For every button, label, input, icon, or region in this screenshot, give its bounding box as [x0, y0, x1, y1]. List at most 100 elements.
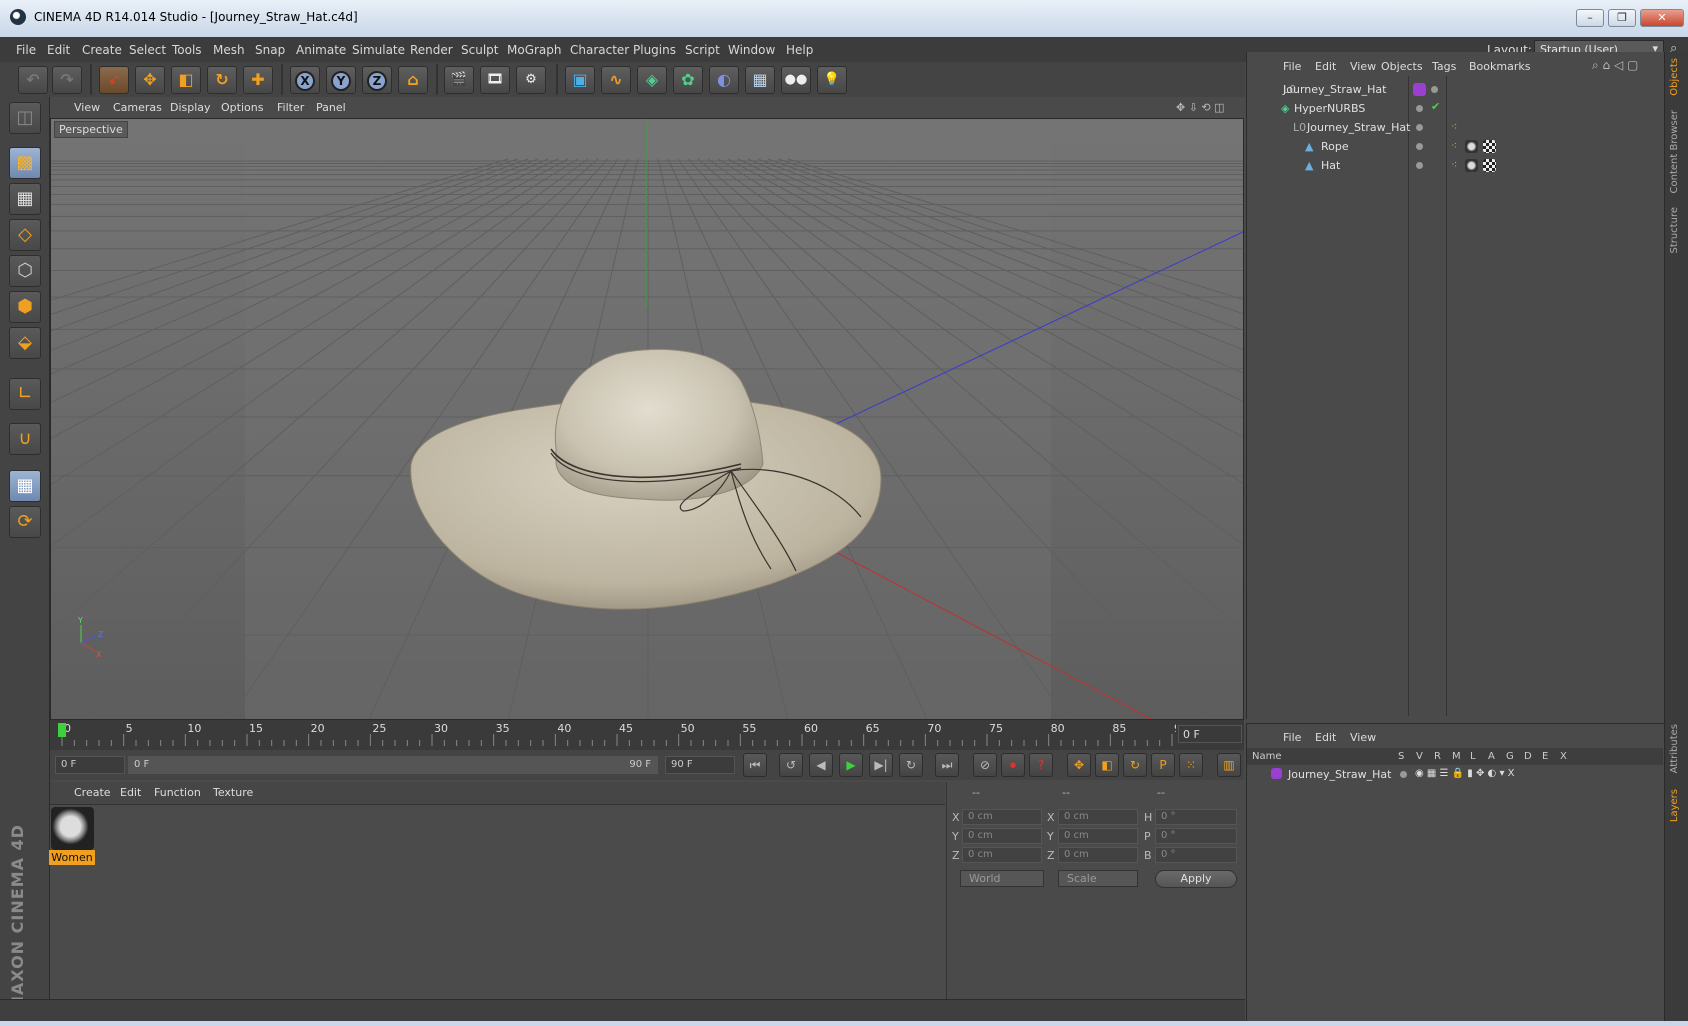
maximize-button[interactable]: ❐ [1608, 9, 1636, 27]
material-preview-thumbnail[interactable] [51, 807, 94, 850]
menu-mograph[interactable]: MoGraph [507, 43, 562, 57]
menu-window[interactable]: Window [728, 43, 775, 57]
viewport-menu-cameras[interactable]: Cameras [113, 101, 162, 114]
current-frame-field[interactable]: 0 F [1178, 725, 1242, 743]
tree-item-journey-straw-hat-child[interactable]: L0 Journey_Straw_Hat ⁖ [1247, 118, 1663, 137]
y-axis-icon[interactable]: Y [326, 66, 356, 94]
layer-color-swatch[interactable] [1271, 768, 1282, 779]
layer-col-deformers[interactable]: D [1524, 751, 1532, 762]
object-menu-edit[interactable]: Edit [1315, 60, 1336, 73]
layer-col-manager[interactable]: M [1452, 751, 1461, 762]
viewport-menu-options[interactable]: Options [221, 101, 263, 114]
previous-frame-icon[interactable]: ◀ [809, 753, 833, 777]
layer-col-view[interactable]: V [1416, 751, 1423, 762]
lock-workplane-icon[interactable]: ⟳ [9, 506, 41, 538]
layer-solo-toggle[interactable] [1400, 771, 1407, 778]
perspective-viewport[interactable]: Y Z X Perspective [50, 118, 1244, 720]
object-menu-view[interactable]: View [1350, 60, 1376, 73]
edges-mode-icon[interactable]: ⬡ [9, 255, 41, 287]
play-forward-icon[interactable]: ▶ [839, 753, 863, 777]
layer-menu-file[interactable]: File [1283, 731, 1301, 744]
render-view-icon[interactable]: 🎬 [444, 66, 474, 94]
cloner-icon[interactable]: ✿ [673, 66, 703, 94]
axis-mode-icon[interactable]: ⬙ [9, 327, 41, 359]
redo-icon[interactable]: ↷ [52, 66, 82, 94]
key-position-icon[interactable]: ✥ [1067, 753, 1091, 777]
frame-range-slider[interactable]: 0 F 90 F [128, 756, 658, 774]
position-z-field[interactable]: 0 cm [962, 847, 1042, 863]
material-menu-texture[interactable]: Texture [213, 786, 253, 799]
coordinate-space-dropdown[interactable]: World [960, 870, 1044, 887]
tab-structure[interactable]: Structure [1669, 207, 1680, 254]
close-button[interactable]: ✕ [1640, 9, 1684, 27]
tab-attributes[interactable]: Attributes [1669, 724, 1680, 773]
undo-icon[interactable]: ↶ [18, 66, 48, 94]
spline-pen-icon[interactable]: ∿ [601, 66, 631, 94]
light-icon[interactable]: 💡 [817, 66, 847, 94]
next-key-icon[interactable]: ↻ [899, 753, 923, 777]
timeline-window-icon[interactable]: ▥ [1217, 753, 1241, 777]
rotation-p-field[interactable]: 0 ° [1155, 828, 1237, 844]
object-search-icon[interactable]: ⌕ ⌂ ◁ ▢ [1592, 58, 1638, 73]
menu-simulate[interactable]: Simulate [352, 43, 405, 57]
menu-mesh[interactable]: Mesh [213, 43, 245, 57]
visibility-dot[interactable] [1416, 124, 1423, 131]
layer-flags-icons[interactable]: ◉ ▦ ☰ 🔒 ▮ ✥ ◐ ▾ X [1415, 768, 1515, 779]
render-settings-icon[interactable]: ⚙ [516, 66, 546, 94]
tree-item-hat[interactable]: ▲ Hat ⁖ [1247, 156, 1663, 175]
coordinate-mode-dropdown[interactable]: Scale [1058, 870, 1138, 887]
layer-col-xref[interactable]: X [1560, 751, 1567, 762]
camera-icon[interactable]: ●● [781, 66, 811, 94]
polygons-mode-icon[interactable]: ⬢ [9, 291, 41, 323]
live-selection-icon[interactable]: ➶ [99, 66, 129, 94]
layer-color-swatch[interactable] [1413, 83, 1426, 96]
texture-mode-icon[interactable]: ▩ [9, 147, 41, 179]
deformer-icon[interactable]: ◐ [709, 66, 739, 94]
object-menu-objects[interactable]: Objects [1381, 60, 1423, 73]
layer-col-generators[interactable]: G [1506, 751, 1514, 762]
tab-layers[interactable]: Layers [1669, 789, 1680, 822]
tree-item-rope[interactable]: ▲ Rope ⁖ [1247, 137, 1663, 156]
timeline-ruler[interactable]: 051015202530354045505560657075808590 [50, 720, 1244, 750]
viewport-menu-view[interactable]: View [74, 101, 100, 114]
key-scale-icon[interactable]: ◧ [1095, 753, 1119, 777]
menu-edit[interactable]: Edit [47, 43, 70, 57]
menu-help[interactable]: Help [786, 43, 813, 57]
menu-file[interactable]: File [16, 43, 36, 57]
layer-col-expressions[interactable]: E [1542, 751, 1548, 762]
menu-render[interactable]: Render [410, 43, 453, 57]
layer-name[interactable]: Journey_Straw_Hat [1288, 768, 1391, 781]
material-tag-icon[interactable] [1465, 140, 1478, 153]
menu-select[interactable]: Select [129, 43, 166, 57]
menu-sculpt[interactable]: Sculpt [461, 43, 498, 57]
magnet-icon[interactable]: ∪ [9, 423, 41, 455]
viewport-menu-filter[interactable]: Filter [277, 101, 304, 114]
record-active-objects-icon[interactable]: ⊘ [973, 753, 997, 777]
tab-objects[interactable]: Objects [1669, 58, 1680, 96]
visibility-dot[interactable] [1416, 143, 1423, 150]
viewport-navigation-icons[interactable]: ✥ ⇩ ⟲ ◫ [1176, 101, 1225, 114]
key-point-level-icon[interactable]: ⁙ [1179, 753, 1203, 777]
key-rotation-icon[interactable]: ↻ [1123, 753, 1147, 777]
viewport-menu-panel[interactable]: Panel [316, 101, 346, 114]
size-y-field[interactable]: 0 cm [1058, 828, 1138, 844]
axis-tool-icon[interactable]: ∟ [9, 378, 41, 410]
layer-menu-view[interactable]: View [1350, 731, 1376, 744]
timeline-playhead[interactable] [58, 723, 66, 737]
move-icon[interactable]: ✥ [135, 66, 165, 94]
layer-row[interactable]: Journey_Straw_Hat ◉ ▦ ☰ 🔒 ▮ ✥ ◐ ▾ X [1247, 765, 1663, 784]
material-name-label[interactable]: Women [49, 850, 95, 865]
texture-tag-icon[interactable] [1483, 159, 1496, 172]
autokeying-icon[interactable]: ⏺ [1001, 753, 1025, 777]
workplane-icon[interactable]: ▦ [9, 183, 41, 215]
next-frame-icon[interactable]: ▶| [869, 753, 893, 777]
tree-item-journey-straw-hat-root[interactable]: L0 Journey_Straw_Hat [1247, 80, 1663, 99]
position-y-field[interactable]: 0 cm [962, 828, 1042, 844]
size-x-field[interactable]: 0 cm [1058, 809, 1138, 825]
menu-plugins[interactable]: Plugins [633, 43, 676, 57]
layer-col-animation[interactable]: A [1488, 751, 1495, 762]
visibility-dot[interactable] [1431, 86, 1438, 93]
layer-col-locked[interactable]: L [1470, 751, 1476, 762]
layer-menu-edit[interactable]: Edit [1315, 731, 1336, 744]
enabled-check-icon[interactable]: ✔ [1431, 100, 1440, 113]
